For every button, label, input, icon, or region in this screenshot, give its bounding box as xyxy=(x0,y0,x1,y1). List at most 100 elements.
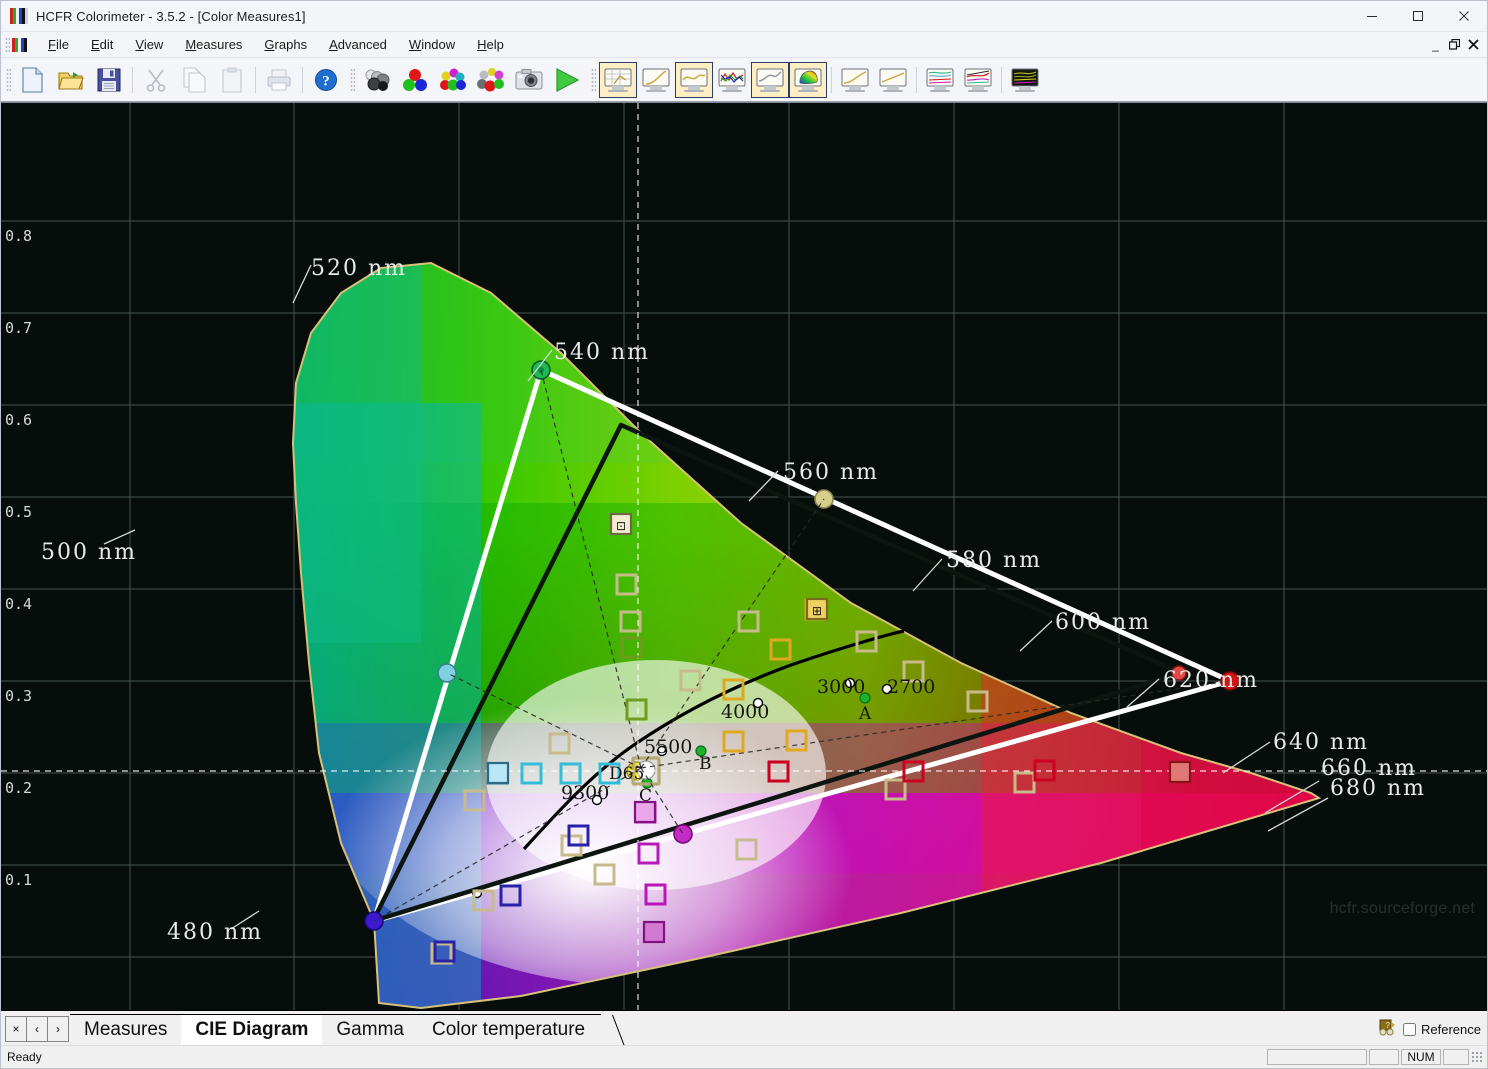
svg-text:2700: 2700 xyxy=(887,676,935,698)
svg-text:520 nm: 520 nm xyxy=(311,256,407,281)
tab-prev-button[interactable]: ‹ xyxy=(26,1016,48,1042)
num-lock-indicator: NUM xyxy=(1401,1049,1441,1065)
svg-text:0.3: 0.3 xyxy=(5,687,32,705)
run-button[interactable] xyxy=(548,62,586,98)
near-black-graph-button[interactable] xyxy=(836,62,874,98)
mdi-document-icon xyxy=(12,37,28,52)
menu-item-edit[interactable]: Edit xyxy=(80,35,124,54)
tab-next-button[interactable]: › xyxy=(47,1016,69,1042)
hcfr-logo-icon xyxy=(10,8,28,24)
svg-text:640 nm: 640 nm xyxy=(1273,730,1369,755)
svg-text:A: A xyxy=(858,704,872,724)
cie-chart-svg: ⊡ ⊞ 520 nm 540 nm 560 nm 580 nm 600 nm 6… xyxy=(1,103,1487,1010)
tab-color-temperature[interactable]: Color temperature xyxy=(417,1014,613,1045)
status-indicators: NUM xyxy=(1267,1049,1483,1065)
menu-item-view[interactable]: View xyxy=(124,35,174,54)
cie-diagram-button[interactable] xyxy=(789,61,827,98)
menu-item-file[interactable]: File xyxy=(37,35,80,54)
menu-item-help[interactable]: Help xyxy=(466,35,515,54)
svg-text:B: B xyxy=(699,754,712,774)
tab-strip-right: ? Reference xyxy=(1377,1018,1481,1041)
paste-button[interactable] xyxy=(213,62,251,98)
svg-text:0.4: 0.4 xyxy=(5,595,32,613)
toolbar-separator xyxy=(1001,66,1002,93)
toolbar-separator xyxy=(132,66,133,93)
tab-measures[interactable]: Measures xyxy=(70,1014,195,1045)
primaries-measure-button[interactable] xyxy=(396,62,434,98)
menu-item-advanced[interactable]: Advanced xyxy=(318,35,398,54)
saturations-measure-button[interactable] xyxy=(434,62,472,98)
toolbar-grip-handle-3[interactable] xyxy=(591,67,596,92)
hcfr-main-window: HCFR Colorimeter - 3.5.2 - [Color Measur… xyxy=(0,0,1488,1069)
sensor-probe-icon[interactable]: ? xyxy=(1377,1018,1397,1041)
svg-text:500 nm: 500 nm xyxy=(41,540,137,565)
mdi-restore-button[interactable] xyxy=(1445,34,1464,56)
gamma-graph-button[interactable] xyxy=(675,61,713,98)
print-button[interactable] xyxy=(260,62,298,98)
status-message: Ready xyxy=(7,1050,42,1064)
title-bar: HCFR Colorimeter - 3.5.2 - [Color Measur… xyxy=(1,1,1487,32)
measures-grid-view-button[interactable] xyxy=(599,61,637,98)
svg-text:580 nm: 580 nm xyxy=(946,548,1042,573)
rgb-levels-graph-button[interactable] xyxy=(713,62,751,98)
toolbar-grip-handle[interactable] xyxy=(6,67,11,92)
svg-text:D65: D65 xyxy=(609,764,644,784)
resize-grip[interactable] xyxy=(1471,1051,1483,1063)
reference-label: Reference xyxy=(1421,1022,1481,1037)
tab-close-button[interactable]: × xyxy=(5,1016,27,1042)
color-temperature-graph-button[interactable] xyxy=(751,61,789,98)
svg-text:4000: 4000 xyxy=(721,701,769,723)
menu-item-graphs[interactable]: Graphs xyxy=(253,35,318,54)
window-title: HCFR Colorimeter - 3.5.2 - [Color Measur… xyxy=(36,8,306,24)
svg-text:0.1: 0.1 xyxy=(5,871,32,889)
satshift-graph-button[interactable] xyxy=(959,62,997,98)
mdi-minimize-button[interactable]: _ xyxy=(1426,34,1445,56)
status-pane-3 xyxy=(1443,1049,1469,1065)
svg-text:480 nm: 480 nm xyxy=(167,920,263,945)
svg-text:?: ? xyxy=(322,73,330,89)
tab-gamma[interactable]: Gamma xyxy=(322,1014,431,1045)
new-document-button[interactable] xyxy=(14,62,52,98)
svg-text:0.8: 0.8 xyxy=(5,227,32,245)
grayscale-measure-button[interactable] xyxy=(358,62,396,98)
cut-button[interactable] xyxy=(137,62,175,98)
svg-text:?: ? xyxy=(1386,1021,1391,1030)
toolbar-separator xyxy=(302,66,303,93)
svg-text:0.2: 0.2 xyxy=(5,779,32,797)
satlum-graph-button[interactable] xyxy=(921,62,959,98)
svg-text:0.7: 0.7 xyxy=(5,319,32,337)
status-pane-2 xyxy=(1369,1049,1399,1065)
copy-button[interactable] xyxy=(175,62,213,98)
tab-cie-diagram[interactable]: CIE Diagram xyxy=(181,1014,336,1045)
all-graphs-button[interactable] xyxy=(1006,62,1044,98)
cie-diagram-canvas[interactable]: ⊡ ⊞ 520 nm 540 nm 560 nm 580 nm 600 nm 6… xyxy=(1,102,1487,1010)
open-file-button[interactable] xyxy=(52,62,90,98)
status-pane-1 xyxy=(1267,1049,1367,1065)
tab-navigation: × ‹ › xyxy=(5,1015,69,1043)
toolbar-separator xyxy=(255,66,256,93)
toolbar-grip-handle-2[interactable] xyxy=(350,67,355,92)
watermark-text: hcfr.sourceforge.net xyxy=(1329,900,1475,917)
window-close-button[interactable] xyxy=(1441,1,1487,31)
window-maximize-button[interactable] xyxy=(1395,1,1441,31)
window-minimize-button[interactable] xyxy=(1349,1,1395,31)
menu-item-window[interactable]: Window xyxy=(398,35,466,54)
mdi-close-button[interactable] xyxy=(1464,34,1483,56)
full-measure-button[interactable] xyxy=(472,62,510,98)
mdi-window-controls: _ xyxy=(1426,32,1483,57)
svg-text:C: C xyxy=(639,786,652,806)
status-bar: Ready NUM xyxy=(1,1045,1487,1068)
save-button[interactable] xyxy=(90,62,128,98)
reference-checkbox-group[interactable]: Reference xyxy=(1403,1022,1481,1037)
svg-text:600 nm: 600 nm xyxy=(1055,610,1151,635)
capture-button[interactable] xyxy=(510,62,548,98)
near-white-graph-button[interactable] xyxy=(874,62,912,98)
svg-text:5500: 5500 xyxy=(644,736,692,758)
svg-text:9300: 9300 xyxy=(561,782,609,804)
help-button[interactable]: ? xyxy=(307,62,345,98)
luminance-graph-button[interactable] xyxy=(637,62,675,98)
reference-checkbox[interactable] xyxy=(1403,1023,1417,1036)
menu-item-measures[interactable]: Measures xyxy=(174,35,253,54)
svg-text:680 nm: 680 nm xyxy=(1330,776,1426,801)
menu-grip-handle[interactable] xyxy=(5,36,10,53)
